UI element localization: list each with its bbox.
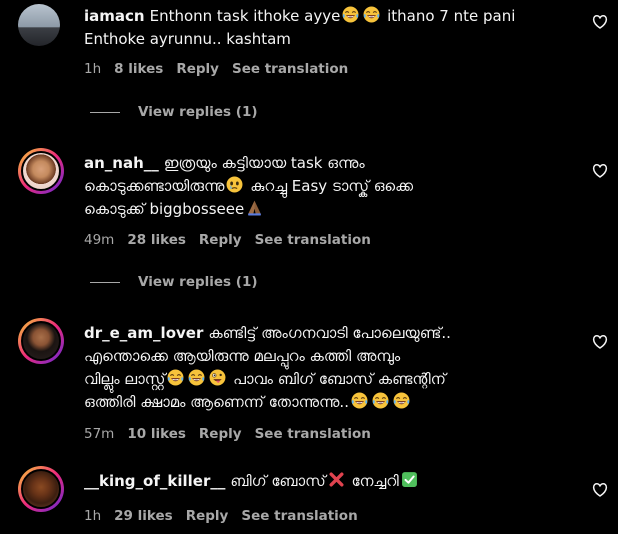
comment-text: Enthoke ayrunnu.. kashtam <box>84 30 291 48</box>
face-with-tears-of-joy-icon <box>350 392 368 409</box>
face-with-tears-of-joy-icon <box>167 369 185 386</box>
crying-face-icon <box>226 176 244 193</box>
face-with-tears-of-joy-icon <box>392 392 410 409</box>
folded-hands-icon <box>248 200 262 216</box>
timestamp[interactable]: 57m <box>84 426 114 442</box>
comment-text: Enthonn task ithoke ayye <box>149 7 341 25</box>
username[interactable]: __king_of_killer__ <box>84 472 225 490</box>
avatar[interactable] <box>18 4 60 46</box>
avatar-photo <box>18 4 60 46</box>
timestamp[interactable]: 1h <box>84 508 101 524</box>
comment-text: ithano 7 nte pani <box>387 7 516 25</box>
comment-body: __king_of_killer__ ബിഗ് ബോസ് നേച്ചറി 1h 29… <box>84 470 574 524</box>
avatar[interactable] <box>18 148 64 194</box>
comment-text: പാവം ബിഗ് ബോസ് കണ്ടന്റിന് <box>233 370 446 388</box>
comment-text: ഇത്രയും കട്ടിയായ task ഒന്നും <box>163 154 365 172</box>
comment-text: കൊടുക്ക് biggbosseee <box>84 200 245 218</box>
check-mark-icon <box>400 471 418 488</box>
see-translation-button[interactable]: See translation <box>255 232 371 248</box>
reply-button[interactable]: Reply <box>176 61 219 77</box>
comment-meta: 57m 10 likes Reply See translation <box>84 426 384 442</box>
see-translation-button[interactable]: See translation <box>232 61 348 77</box>
cross-mark-icon <box>329 472 344 487</box>
face-with-tears-of-joy-icon <box>371 392 389 409</box>
face-with-tears-of-joy-icon <box>188 369 206 386</box>
avatar[interactable] <box>18 466 64 512</box>
like-heart-icon[interactable] <box>592 482 608 498</box>
comment-body: dr_e_am_lover കണ്ടിട്ട് അംഗനവാടി പോലെയുണ്… <box>84 322 574 442</box>
view-replies-button[interactable]: View replies (1) <box>90 104 258 120</box>
likes-count[interactable]: 29 likes <box>114 508 173 524</box>
avatar-photo <box>21 151 61 191</box>
face-with-tears-of-joy-icon <box>363 6 381 23</box>
see-translation-button[interactable]: See translation <box>255 426 371 442</box>
likes-count[interactable]: 10 likes <box>127 426 186 442</box>
zany-face-icon <box>209 369 227 386</box>
comment-body: an_nah__ ഇത്രയും കട്ടിയായ task ഒന്നും കൊടു… <box>84 152 574 248</box>
comment-text: കുറച്ചു Easy ടാസ്ക് ഒക്കെ <box>250 177 414 195</box>
username[interactable]: an_nah__ <box>84 154 159 172</box>
divider-line <box>90 281 120 283</box>
comment-text: നേച്ചറി <box>351 472 399 490</box>
timestamp[interactable]: 1h <box>84 61 101 77</box>
comment-text: ഒത്തിരി ക്ഷാമം ആണെന്ന് തോന്നുന്നു.. <box>84 393 349 411</box>
like-heart-icon[interactable] <box>592 334 608 350</box>
comment-text: കൊടുക്കണ്ടായിരുന്നു <box>84 177 225 195</box>
comment-meta: 1h 29 likes Reply See translation <box>84 508 371 524</box>
comment-body: iamacn Enthonn task ithoke ayye ithano 7 … <box>84 5 574 77</box>
divider-line <box>90 111 120 113</box>
likes-count[interactable]: 8 likes <box>114 61 163 77</box>
like-heart-icon[interactable] <box>592 14 608 30</box>
likes-count[interactable]: 28 likes <box>127 232 186 248</box>
reply-button[interactable]: Reply <box>199 232 242 248</box>
view-replies-button[interactable]: View replies (1) <box>90 274 258 290</box>
avatar-photo <box>21 321 61 361</box>
comment-meta: 1h 8 likes Reply See translation <box>84 61 361 77</box>
reply-button[interactable]: Reply <box>199 426 242 442</box>
avatar-photo <box>21 469 61 509</box>
comment-text: കണ്ടിട്ട് അംഗനവാടി പോലെയുണ്ട്.. <box>208 324 451 342</box>
face-with-tears-of-joy-icon <box>342 6 360 23</box>
username[interactable]: dr_e_am_lover <box>84 324 203 342</box>
comment-text: എന്തൊക്കെ ആയിരുന്നു മലപ്പുറം കത്തി അമ്പു… <box>84 347 401 365</box>
avatar[interactable] <box>18 318 64 364</box>
comment-text: ബിഗ് ബോസ് <box>230 472 326 490</box>
timestamp[interactable]: 49m <box>84 232 114 248</box>
username[interactable]: iamacn <box>84 7 145 25</box>
view-replies-label: View replies (1) <box>138 274 258 290</box>
comment-text: വില്ലും ലാസ്റ്റ് <box>84 370 166 388</box>
see-translation-button[interactable]: See translation <box>241 508 357 524</box>
comment-meta: 49m 28 likes Reply See translation <box>84 232 384 248</box>
like-heart-icon[interactable] <box>592 163 608 179</box>
reply-button[interactable]: Reply <box>186 508 229 524</box>
view-replies-label: View replies (1) <box>138 104 258 120</box>
